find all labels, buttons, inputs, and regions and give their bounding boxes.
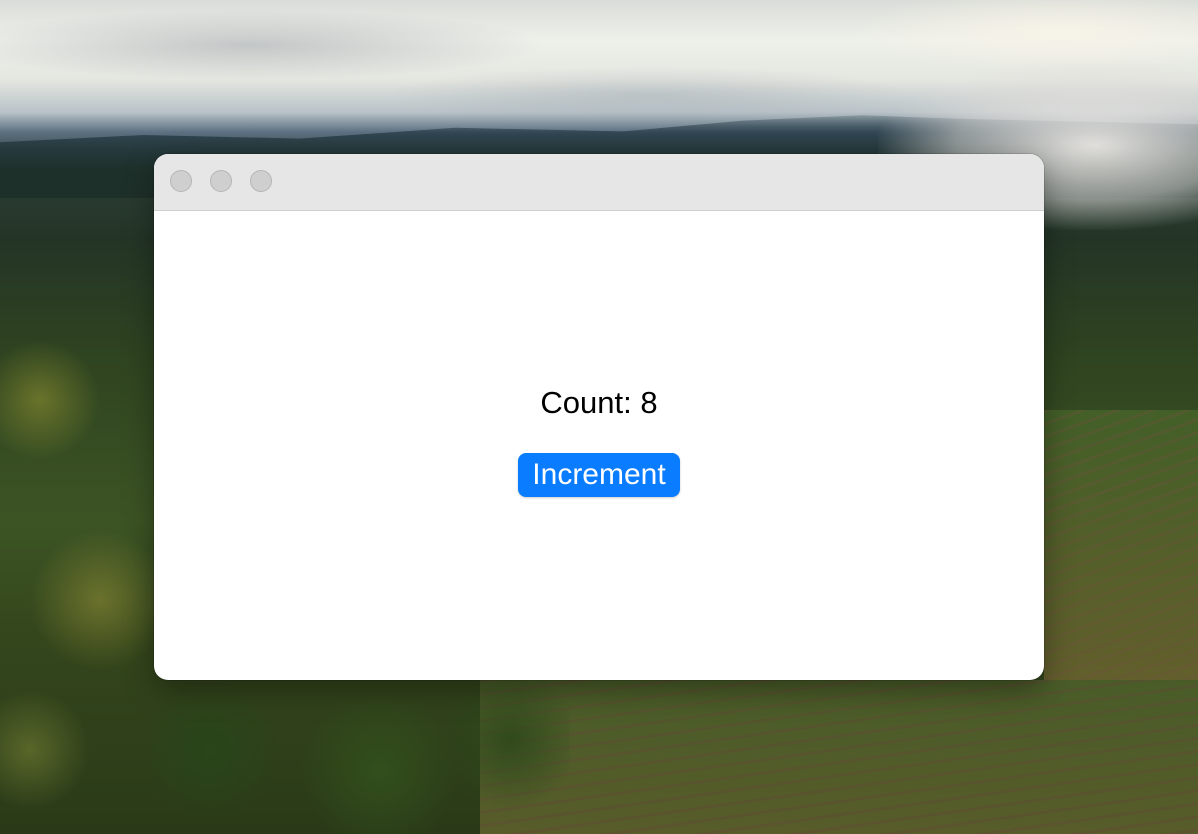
wallpaper-vineyard: [480, 680, 1198, 834]
wallpaper-vineyard-right: [1044, 410, 1198, 690]
app-window: Count: 8 Increment: [154, 154, 1044, 680]
wallpaper-foreground-trees: [150, 680, 570, 834]
close-window-button[interactable]: [170, 170, 192, 192]
increment-button[interactable]: Increment: [518, 453, 680, 497]
window-titlebar[interactable]: [154, 154, 1044, 211]
desktop-wallpaper: Count: 8 Increment: [0, 0, 1198, 834]
count-label: Count: 8: [540, 385, 658, 420]
maximize-window-button[interactable]: [250, 170, 272, 192]
minimize-window-button[interactable]: [210, 170, 232, 192]
window-content: Count: 8 Increment: [154, 211, 1044, 680]
wallpaper-forest: [0, 280, 160, 834]
